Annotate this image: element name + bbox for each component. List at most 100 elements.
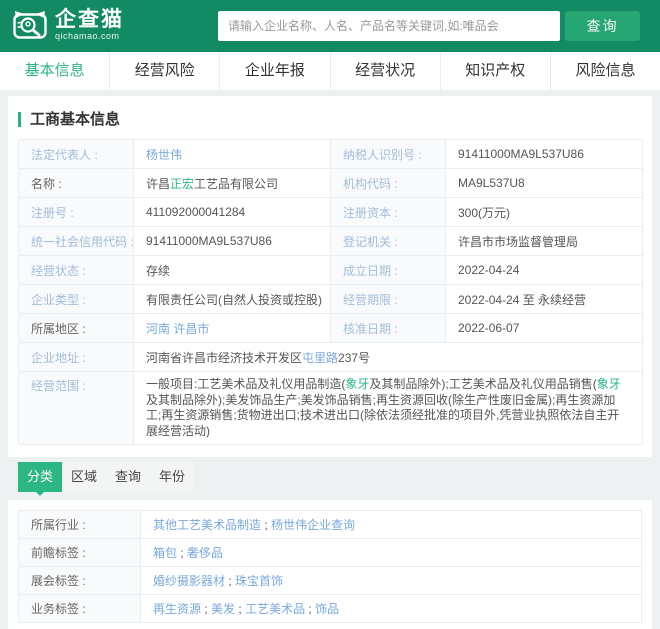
separator: ; [305, 602, 316, 616]
search-button[interactable]: 查询 [565, 11, 640, 41]
search-input[interactable] [218, 11, 560, 41]
separator: ; [177, 546, 188, 560]
tab-operating-status[interactable]: 经营状况 [329, 52, 440, 90]
industry-link[interactable]: 杨世伟企业查询 [271, 518, 355, 532]
nav-tabbar: 基本信息 经营风险 企业年报 经营状况 知识产权 风险信息 [0, 52, 660, 90]
est-date-value: 2022-04-24 [445, 255, 643, 285]
reg-capital-value: 300(万元) [445, 197, 643, 227]
company-name-value: 许昌正宏工艺品有限公司 [133, 168, 331, 198]
logo-domain: qichamao.com [55, 31, 120, 41]
tab-business-risk[interactable]: 经营风险 [109, 52, 219, 90]
separator: ; [235, 602, 246, 616]
scope-highlight: 象牙 [596, 377, 621, 391]
org-code-label: 机构代码 : [330, 168, 446, 198]
business-info-table: 法定代表人 : 杨世伟 纳税人识别号 : 91411000MA9L537U86 … [18, 139, 643, 445]
table-row: 展会标签 : 婚纱摄影器材 ; 珠宝首饰 [18, 566, 642, 595]
filter-tab-year[interactable]: 年份 [150, 462, 194, 492]
name-label: 名称 : [18, 168, 134, 198]
reg-capital-label: 注册资本 : [330, 197, 446, 227]
business-tag-link[interactable]: 再生资源 [153, 602, 201, 616]
section-title: 工商基本信息 [18, 112, 642, 127]
table-row: 企业地址 : 河南省许昌市经济技术开发区屯里路237号 [18, 342, 643, 372]
address-part: 河南省许昌市经济技术开发区 [146, 350, 303, 365]
approval-date-value: 2022-06-07 [445, 313, 643, 343]
table-row: 所属行业 : 其他工艺美术品制造 ; 杨世伟企业查询 [18, 510, 642, 539]
company-type-label: 企业类型 : [18, 284, 134, 314]
name-part: 工艺品有限公司 [194, 176, 279, 191]
app-header: 企查猫 qichamao.com 查询 [0, 0, 660, 52]
filter-tab-category[interactable]: 分类 [18, 462, 62, 496]
tab-basic-info[interactable]: 基本信息 [0, 52, 109, 90]
status-label: 经营状态 : [18, 255, 134, 285]
table-row: 法定代表人 : 杨世伟 纳税人识别号 : 91411000MA9L537U86 [18, 139, 643, 169]
filter-tab-query[interactable]: 查询 [106, 462, 150, 492]
scope-label: 经营范围 : [18, 371, 134, 445]
foresight-link[interactable]: 箱包 [153, 546, 177, 560]
tab-risk-info[interactable]: 风险信息 [549, 52, 660, 90]
exhibition-link[interactable]: 珠宝首饰 [235, 574, 283, 588]
term-label: 经营期限 : [330, 284, 446, 314]
region-label: 所属地区 : [18, 313, 134, 343]
table-row: 统一社会信用代码 : 91411000MA9L537U86 登记机关 : 许昌市… [18, 226, 643, 256]
table-row: 企业类型 : 有限责任公司(自然人投资或控股) 经营期限 : 2022-04-2… [18, 284, 643, 314]
exhibition-link[interactable]: 婚纱摄影器材 [153, 574, 225, 588]
industry-link[interactable]: 其他工艺美术品制造 [153, 518, 261, 532]
industry-label: 所属行业 : [18, 510, 141, 539]
table-row: 业务标签 : 再生资源 ; 美发 ; 工艺美术品 ; 饰品 [18, 594, 642, 623]
business-tag-link[interactable]: 工艺美术品 [245, 602, 305, 616]
tab-intellectual-property[interactable]: 知识产权 [439, 52, 550, 90]
business-tags-links: 再生资源 ; 美发 ; 工艺美术品 ; 饰品 [140, 594, 642, 623]
business-tag-link[interactable]: 美发 [211, 602, 235, 616]
reg-authority-value: 许昌市市场监督管理局 [445, 226, 643, 256]
address-value: 河南省许昌市经济技术开发区屯里路237号 [133, 342, 643, 372]
filter-tab-region[interactable]: 区域 [62, 462, 106, 492]
cat-logo-icon [12, 9, 48, 41]
org-code-value: MA9L537U8 [445, 168, 643, 198]
active-tab-pointer-icon [36, 492, 44, 496]
region-link[interactable]: 河南 许昌市 [146, 322, 209, 336]
table-row: 经营范围 : 一般项目:工艺美术品及礼仪用品制造( 象牙及其制品除外);工艺美术品… [18, 371, 643, 445]
business-tags-label: 业务标签 : [18, 594, 141, 623]
term-value: 2022-04-24 至 永续经营 [445, 284, 643, 314]
address-label: 企业地址 : [18, 342, 134, 372]
name-highlight: 正宏 [170, 176, 195, 191]
approval-date-label: 核准日期 : [330, 313, 446, 343]
business-tag-link[interactable]: 饰品 [315, 602, 339, 616]
scope-part: 及其制品除外);工艺美术品及礼仪用品销售( [369, 377, 597, 391]
scope-part: 及其制品除外);美发饰品生产;美发饰品销售;再生资源回收(除生产性废旧金属);再… [146, 392, 620, 438]
legal-rep-label: 法定代表人 : [18, 139, 134, 169]
filter-tab-label: 分类 [26, 469, 53, 484]
separator: ; [261, 518, 272, 532]
table-row: 经营状态 : 存续 成立日期 : 2022-04-24 [18, 255, 643, 285]
foresight-links: 箱包 ; 奢侈品 [140, 538, 642, 567]
scope-part: 一般项目:工艺美术品及礼仪用品制造( [146, 377, 346, 391]
credit-code-value: 91411000MA9L537U86 [133, 226, 331, 256]
status-value: 存续 [133, 255, 331, 285]
logo[interactable]: 企查猫 qichamao.com [12, 9, 124, 41]
table-row: 名称 : 许昌正宏工艺品有限公司 机构代码 : MA9L537U8 [18, 168, 643, 198]
tags-panel: 所属行业 : 其他工艺美术品制造 ; 杨世伟企业查询 前瞻标签 : 箱包 ; 奢… [8, 500, 652, 629]
reg-no-label: 注册号 : [18, 197, 134, 227]
legal-rep-link[interactable]: 杨世伟 [146, 148, 182, 162]
reg-no-value: 411092000041284 [133, 197, 331, 227]
exhibition-links: 婚纱摄影器材 ; 珠宝首饰 [140, 566, 642, 595]
address-part: 237号 [338, 350, 371, 365]
taxpayer-id-label: 纳税人识别号 : [330, 139, 446, 169]
company-type-value: 有限责任公司(自然人投资或控股) [133, 284, 331, 314]
reg-authority-label: 登记机关 : [330, 226, 446, 256]
name-part: 许昌 [146, 176, 171, 191]
industry-links: 其他工艺美术品制造 ; 杨世伟企业查询 [140, 510, 642, 539]
table-row: 所属地区 : 河南 许昌市 核准日期 : 2022-06-07 [18, 313, 643, 343]
est-date-label: 成立日期 : [330, 255, 446, 285]
filter-tabbar: 分类 区域 查询 年份 [18, 462, 194, 496]
tags-table: 所属行业 : 其他工艺美术品制造 ; 杨世伟企业查询 前瞻标签 : 箱包 ; 奢… [18, 510, 642, 623]
table-row: 前瞻标签 : 箱包 ; 奢侈品 [18, 538, 642, 567]
separator: ; [225, 574, 236, 588]
tab-annual-report[interactable]: 企业年报 [219, 52, 329, 90]
separator: ; [201, 602, 212, 616]
business-info-panel: 工商基本信息 法定代表人 : 杨世伟 纳税人识别号 : 91411000MA9L… [8, 96, 652, 457]
exhibition-label: 展会标签 : [18, 566, 141, 595]
credit-code-label: 统一社会信用代码 : [18, 226, 134, 256]
address-road-link[interactable]: 屯里路 [302, 351, 338, 365]
foresight-link[interactable]: 奢侈品 [187, 546, 223, 560]
